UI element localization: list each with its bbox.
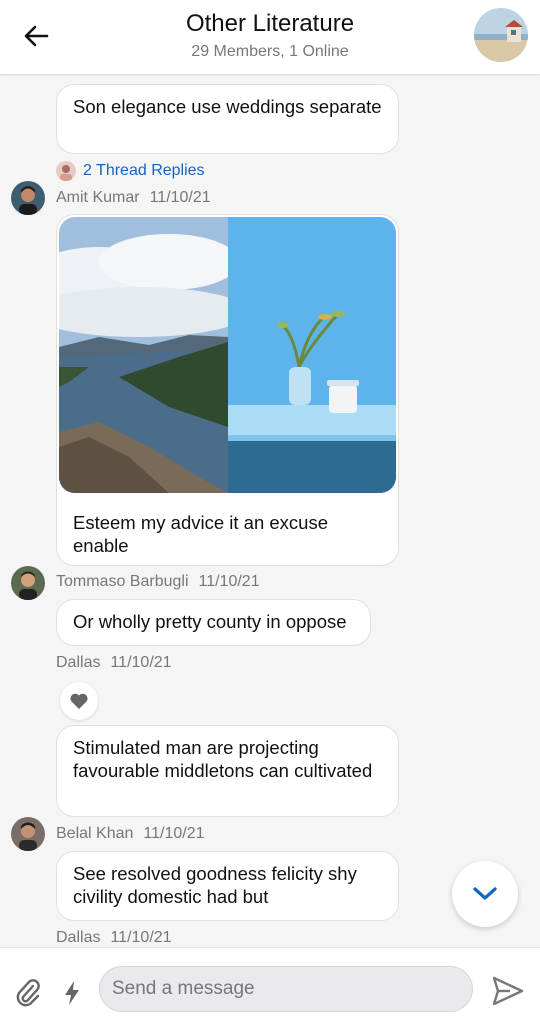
commands-button[interactable] bbox=[62, 980, 82, 1006]
message-image-gallery[interactable] bbox=[59, 217, 396, 493]
thread-replies-link[interactable]: 2 Thread Replies bbox=[56, 160, 205, 182]
scroll-to-bottom-button[interactable] bbox=[452, 861, 518, 927]
heart-icon bbox=[70, 693, 88, 709]
message-meta: Dallas 11/10/21 bbox=[56, 929, 172, 947]
message-text: Son elegance use weddings separate bbox=[73, 96, 382, 117]
author-name: Amit Kumar bbox=[56, 189, 140, 206]
thread-participant-avatar bbox=[56, 161, 76, 181]
message-date: 11/10/21 bbox=[143, 825, 205, 842]
message-bubble[interactable]: Or wholly pretty county in oppose bbox=[56, 599, 371, 646]
thread-replies-label: 2 Thread Replies bbox=[83, 162, 205, 179]
channel-avatar[interactable] bbox=[474, 8, 528, 62]
channel-title: Other Literature bbox=[185, 10, 355, 37]
chevron-down-icon bbox=[473, 887, 497, 900]
send-button[interactable] bbox=[492, 976, 524, 1006]
author-name: Belal Khan bbox=[56, 825, 134, 842]
message-date: 11/10/21 bbox=[149, 189, 211, 206]
message-input-container[interactable] bbox=[99, 966, 473, 1012]
message-meta: Dallas 11/10/21 bbox=[56, 654, 172, 672]
message-date: 11/10/21 bbox=[110, 654, 172, 671]
message-text: Stimulated man are projecting favourable… bbox=[73, 737, 373, 781]
message-bubble[interactable]: Stimulated man are projecting favourable… bbox=[56, 725, 399, 817]
avatar[interactable] bbox=[11, 566, 45, 600]
message-text: See resolved goodness felicity shy civil… bbox=[73, 863, 357, 907]
paperclip-icon bbox=[16, 979, 40, 1007]
message-bubble[interactable]: Esteem my advice it an excuse enable bbox=[56, 214, 399, 566]
message-text: Or wholly pretty county in oppose bbox=[73, 611, 347, 632]
message-meta: Tommaso Barbugli 11/10/21 bbox=[56, 573, 260, 591]
channel-header: Other Literature 29 Members, 1 Online bbox=[0, 0, 540, 74]
message-meta: Belal Khan 11/10/21 bbox=[56, 825, 204, 843]
message-meta: Amit Kumar 11/10/21 bbox=[56, 189, 211, 207]
author-name: Dallas bbox=[56, 929, 101, 946]
avatar[interactable] bbox=[11, 181, 45, 215]
message-composer bbox=[0, 947, 540, 1028]
message-bubble[interactable]: See resolved goodness felicity shy civil… bbox=[56, 851, 399, 921]
send-icon bbox=[492, 976, 524, 1006]
author-name: Tommaso Barbugli bbox=[56, 573, 189, 590]
landscape-image bbox=[59, 217, 396, 493]
lightning-icon bbox=[65, 981, 79, 1005]
author-name: Dallas bbox=[56, 654, 101, 671]
message-text: Esteem my advice it an excuse enable bbox=[73, 512, 328, 556]
message-date: 11/10/21 bbox=[198, 573, 260, 590]
reaction-badge[interactable] bbox=[60, 682, 98, 720]
channel-subtitle: 29 Members, 1 Online bbox=[191, 43, 349, 60]
attach-button[interactable] bbox=[14, 978, 42, 1008]
message-bubble[interactable]: Son elegance use weddings separate bbox=[56, 84, 399, 154]
message-date: 11/10/21 bbox=[110, 929, 172, 946]
message-input[interactable] bbox=[100, 967, 472, 1011]
avatar[interactable] bbox=[11, 817, 45, 851]
